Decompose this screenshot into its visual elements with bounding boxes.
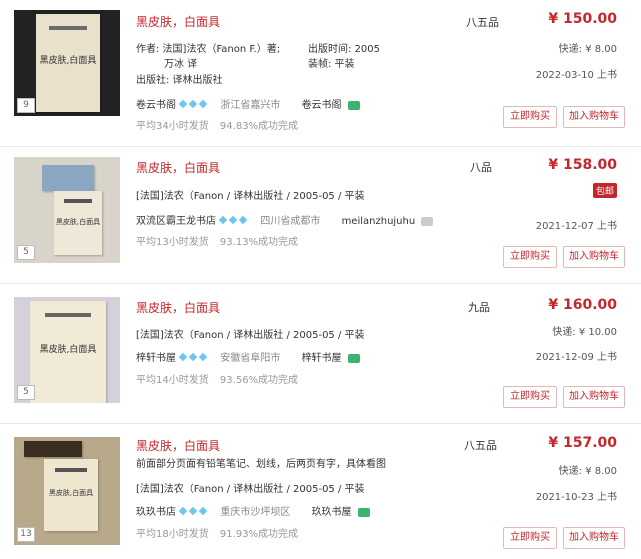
listing-title[interactable]: 黑皮肤，白面具 bbox=[136, 299, 220, 316]
completion-rate: 91.93%成功完成 bbox=[219, 529, 299, 540]
shipping-fee: 快递: ¥ 10.00 bbox=[552, 327, 617, 338]
publication-line: [法国]法农（Fanon / 译林出版社 / 2005-05 / 平装 bbox=[136, 484, 365, 495]
add-to-cart-button[interactable]: 加入购物车 bbox=[563, 527, 625, 549]
book-cover-title: 黑皮肤,白面具 bbox=[55, 217, 101, 226]
book-thumbnail[interactable]: 黑皮肤,白面具 5 bbox=[14, 157, 120, 263]
condition-label: 九品 bbox=[468, 301, 490, 314]
listing-date: 2021-12-07 上书 bbox=[535, 221, 617, 232]
shop-row: 双流区霸王龙书店 四川省成都市 meilanzhujuhu bbox=[136, 212, 434, 227]
publisher: 出版社: 译林出版社 bbox=[136, 75, 223, 86]
chat-icon[interactable] bbox=[347, 353, 360, 363]
image-count-badge: 9 bbox=[17, 98, 35, 113]
stats-row: 平均13小时发货 93.13%成功完成 bbox=[136, 233, 298, 248]
listing-title[interactable]: 黑皮肤，白面具 bbox=[136, 13, 220, 30]
completion-rate: 93.56%成功完成 bbox=[219, 375, 299, 386]
stats-row: 平均18小时发货 91.93%成功完成 bbox=[136, 525, 298, 540]
shipping-fee: 快递: ¥ 8.00 bbox=[558, 44, 617, 55]
chat-icon[interactable] bbox=[357, 507, 370, 517]
condition-label: 八品 bbox=[470, 161, 492, 174]
buy-now-button[interactable]: 立即购买 bbox=[503, 527, 557, 549]
book-cover-title: 黑皮肤,白面具 bbox=[48, 488, 94, 497]
shop-name[interactable]: 玖玖书店 bbox=[136, 507, 176, 518]
price: ¥ 158.00 bbox=[548, 157, 617, 173]
image-count-badge: 5 bbox=[17, 245, 35, 260]
book-thumbnail[interactable]: 黑皮肤,白面具 5 bbox=[14, 297, 120, 403]
avg-ship-time: 平均14小时发货 bbox=[136, 375, 209, 386]
listing-title[interactable]: 黑皮肤，白面具 bbox=[136, 437, 220, 454]
translator-line: 万冰 译 bbox=[164, 59, 198, 70]
book-cover-title: 黑皮肤,白面具 bbox=[39, 56, 97, 67]
listing-date: 2021-10-23 上书 bbox=[535, 492, 617, 503]
completion-rate: 94.83%成功完成 bbox=[219, 121, 299, 132]
seller-name[interactable]: meilanzhujuhu bbox=[342, 216, 416, 227]
shop-location: 浙江省嘉兴市 bbox=[220, 100, 281, 111]
book-thumbnail[interactable]: 黑皮肤,白面具 13 bbox=[14, 437, 120, 545]
stats-row: 平均34小时发货 94.83%成功完成 bbox=[136, 117, 298, 132]
publish-time: 出版时间: 2005 bbox=[308, 44, 380, 55]
publication-line: [法国]法农（Fanon / 译林出版社 / 2005-05 / 平装 bbox=[136, 191, 365, 202]
book-thumbnail[interactable]: 黑皮肤,白面具 9 bbox=[14, 10, 120, 116]
shop-location: 四川省成都市 bbox=[260, 216, 321, 227]
rating-gems-icon bbox=[178, 506, 209, 518]
listing-date: 2022-03-10 上书 bbox=[535, 70, 617, 81]
listing-title[interactable]: 黑皮肤，白面具 bbox=[136, 159, 220, 176]
add-to-cart-button[interactable]: 加入购物车 bbox=[563, 386, 625, 408]
rating-gems-icon bbox=[178, 99, 209, 111]
shop-location: 安徽省阜阳市 bbox=[220, 353, 281, 364]
price: ¥ 157.00 bbox=[548, 435, 617, 451]
condition-label: 八五品 bbox=[466, 16, 499, 29]
rating-gems-icon bbox=[178, 352, 209, 364]
shop-row: 玖玖书店 重庆市沙坪坝区 玖玖书屋 bbox=[136, 503, 370, 518]
price: ¥ 160.00 bbox=[548, 297, 617, 313]
free-shipping-badge: 包邮 bbox=[592, 183, 617, 198]
shop-name[interactable]: 梓轩书屋 bbox=[136, 353, 176, 364]
divider bbox=[0, 146, 641, 147]
author-line: 作者: 法国]法农（Fanon F.）著; bbox=[136, 44, 281, 55]
book-cover-title: 黑皮肤,白面具 bbox=[39, 344, 97, 355]
divider bbox=[0, 283, 641, 284]
seller-name[interactable]: 玖玖书屋 bbox=[312, 507, 352, 518]
buy-now-button[interactable]: 立即购买 bbox=[503, 106, 557, 128]
image-count-badge: 13 bbox=[17, 527, 35, 542]
rating-gems-icon bbox=[218, 215, 249, 227]
binding: 装帧: 平装 bbox=[308, 59, 355, 70]
condition-note: 前面部分页面有铅笔笔记、划线，后两页有字，具体看图 bbox=[136, 459, 386, 470]
publication-line: [法国]法农（Fanon / 译林出版社 / 2005-05 / 平装 bbox=[136, 330, 365, 341]
avg-ship-time: 平均13小时发货 bbox=[136, 237, 209, 248]
shop-name[interactable]: 双流区霸王龙书店 bbox=[136, 216, 216, 227]
price: ¥ 150.00 bbox=[548, 11, 617, 27]
shop-row: 梓轩书屋 安徽省阜阳市 梓轩书屋 bbox=[136, 349, 360, 364]
shop-name[interactable]: 卷云书阁 bbox=[136, 100, 176, 111]
avg-ship-time: 平均34小时发货 bbox=[136, 121, 209, 132]
shop-location: 重庆市沙坪坝区 bbox=[220, 507, 291, 518]
divider bbox=[0, 423, 641, 424]
buy-now-button[interactable]: 立即购买 bbox=[503, 386, 557, 408]
chat-icon[interactable] bbox=[347, 100, 360, 110]
buy-now-button[interactable]: 立即购买 bbox=[503, 246, 557, 268]
image-count-badge: 5 bbox=[17, 385, 35, 400]
condition-label: 八五品 bbox=[464, 439, 497, 452]
completion-rate: 93.13%成功完成 bbox=[219, 237, 299, 248]
seller-name[interactable]: 梓轩书屋 bbox=[302, 353, 342, 364]
shipping-fee: 快递: ¥ 8.00 bbox=[558, 466, 617, 477]
stats-row: 平均14小时发货 93.56%成功完成 bbox=[136, 371, 298, 386]
chat-icon[interactable] bbox=[421, 216, 434, 226]
avg-ship-time: 平均18小时发货 bbox=[136, 529, 209, 540]
add-to-cart-button[interactable]: 加入购物车 bbox=[563, 246, 625, 268]
shop-row: 卷云书阁 浙江省嘉兴市 卷云书阁 bbox=[136, 96, 360, 111]
listing-date: 2021-12-09 上书 bbox=[535, 352, 617, 363]
add-to-cart-button[interactable]: 加入购物车 bbox=[563, 106, 625, 128]
seller-name[interactable]: 卷云书阁 bbox=[302, 100, 342, 111]
